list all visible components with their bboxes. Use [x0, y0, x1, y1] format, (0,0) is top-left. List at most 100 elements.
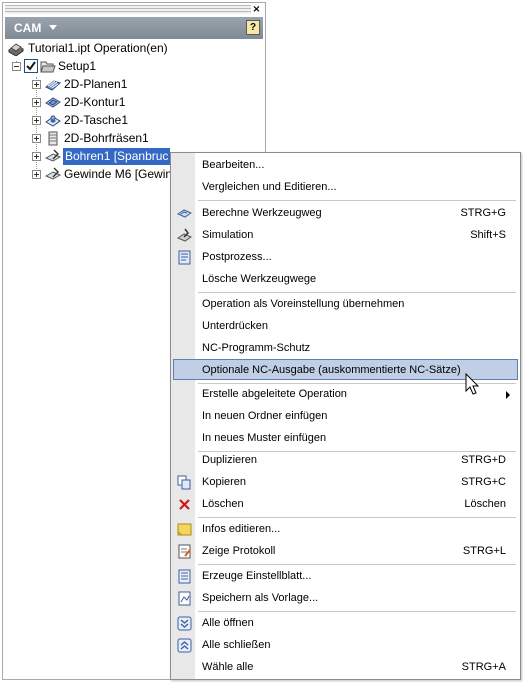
setup-sheet-icon [178, 569, 191, 584]
menu-item-unterdruecken[interactable]: Unterdrücken [173, 316, 518, 337]
collapse-icon[interactable] [12, 62, 21, 71]
menu-item-simulation[interactable]: Simulation Shift+S [173, 225, 518, 246]
menu-item-shortcut: STRG+L [462, 545, 506, 557]
part-document-icon [8, 43, 24, 56]
checkbox-checked-icon[interactable] [24, 59, 38, 73]
drill-operation-icon [45, 149, 61, 162]
menu-item-label: Simulation [202, 229, 254, 241]
notes-icon [177, 523, 192, 536]
menu-item-neues-muster[interactable]: In neues Muster einfügen [173, 428, 518, 449]
tree-root[interactable]: Tutorial1.ipt Operation(en) [8, 40, 258, 57]
expand-icon[interactable] [32, 134, 41, 143]
chevron-down-icon[interactable] [49, 25, 57, 30]
menu-separator [198, 564, 516, 565]
menu-item-shortcut: STRG+D [461, 454, 506, 466]
tree-item-setup[interactable]: Setup1 [11, 58, 251, 75]
menu-item-postprozess[interactable]: Postprozess... [173, 247, 518, 268]
menu-item-voreinstellung[interactable]: Operation als Voreinstellung übernehmen [173, 294, 518, 315]
operation-label: 2D-Planen1 [64, 77, 128, 91]
thread-operation-icon [45, 167, 61, 180]
menu-separator [198, 611, 516, 612]
operation-label: Bohren1 [Spanbruc [63, 148, 171, 165]
menu-item-label: Lösche Werkzeugwege [202, 273, 317, 285]
menu-item-loesche-werkzeugwege[interactable]: Lösche Werkzeugwege [173, 269, 518, 290]
menu-item-vergleichen[interactable]: Vergleichen und Editieren... [173, 177, 518, 198]
menu-item-label: Unterdrücken [202, 320, 269, 332]
menu-item-label: Berechne Werkzeugweg [202, 207, 322, 219]
expand-icon[interactable] [32, 152, 41, 161]
post-process-icon [178, 250, 191, 265]
delete-icon [179, 499, 190, 510]
expand-icon[interactable] [32, 116, 41, 125]
menu-item-shortcut: Shift+S [470, 229, 506, 241]
expand-icon[interactable] [32, 170, 41, 179]
menu-item-nc-programm-schutz[interactable]: NC-Programm-Schutz [173, 338, 518, 359]
operation-label: Gewinde M6 [Gewin [64, 167, 173, 181]
template-icon [178, 591, 191, 606]
tree-item-operation[interactable]: 2D-Tasche1 [31, 112, 251, 129]
menu-item-duplizieren[interactable]: Duplizieren STRG+D [173, 450, 518, 471]
menu-separator [198, 200, 516, 201]
setup-label: Setup1 [58, 59, 97, 73]
menu-item-einstellblatt[interactable]: Erzeuge Einstellblatt... [173, 566, 518, 587]
menu-item-alle-oeffnen[interactable]: Alle öffnen [173, 613, 518, 634]
menu-item-shortcut: Löschen [464, 498, 506, 510]
log-icon [178, 544, 191, 559]
menu-item-label: Zeige Protokoll [202, 545, 276, 557]
menu-item-waehle-alle[interactable]: Wähle alle STRG+A [173, 657, 518, 678]
menu-item-vorlage[interactable]: Speichern als Vorlage... [173, 588, 518, 609]
expand-icon[interactable] [32, 80, 41, 89]
menu-item-label: Löschen [202, 498, 244, 510]
menu-item-alle-schliessen[interactable]: Alle schließen [173, 635, 518, 656]
bore-operation-icon [48, 131, 58, 146]
expand-all-icon [177, 616, 192, 631]
tree-item-operation[interactable]: 2D-Kontur1 [31, 94, 251, 111]
menu-item-berechne-werkzeugweg[interactable]: Berechne Werkzeugweg STRG+G [173, 203, 518, 224]
tree-item-operation[interactable]: 2D-Planen1 [31, 76, 251, 93]
mouse-cursor-icon [465, 373, 480, 395]
menu-item-label: Operation als Voreinstellung übernehmen [202, 298, 405, 310]
generate-toolpath-icon [177, 209, 192, 218]
help-icon[interactable]: ? [246, 20, 260, 35]
menu-item-loeschen[interactable]: Löschen Löschen [173, 494, 518, 515]
tree-item-operation[interactable]: 2D-Bohrfräsen1 [31, 130, 251, 147]
menu-item-shortcut: STRG+C [461, 476, 506, 488]
operation-label: 2D-Bohrfräsen1 [64, 131, 149, 145]
menu-item-label: Speichern als Vorlage... [202, 592, 319, 604]
panel-grip[interactable] [5, 5, 251, 14]
browser-header[interactable]: CAM ? [5, 17, 263, 39]
operation-label: 2D-Kontur1 [64, 95, 126, 109]
menu-item-label: In neuen Ordner einfügen [202, 410, 328, 422]
menu-item-shortcut: STRG+A [461, 661, 506, 673]
menu-item-label: Bearbeiten... [202, 159, 265, 171]
menu-item-label: In neues Muster einfügen [202, 432, 327, 444]
expand-icon[interactable] [32, 98, 41, 107]
menu-item-neuer-ordner[interactable]: In neuen Ordner einfügen [173, 406, 518, 427]
menu-item-label: Infos editieren... [202, 523, 281, 535]
menu-item-label: Duplizieren [202, 454, 258, 466]
menu-item-label: Erzeuge Einstellblatt... [202, 570, 312, 582]
tree-root-label: Tutorial1.ipt Operation(en) [28, 41, 168, 55]
submenu-arrow-icon [506, 391, 510, 399]
menu-item-bearbeiten[interactable]: Bearbeiten... [173, 155, 518, 176]
menu-item-label: Alle öffnen [202, 617, 254, 629]
menu-item-label: NC-Programm-Schutz [202, 342, 311, 354]
menu-item-label: Optionale NC-Ausgabe (auskommentierte NC… [202, 364, 461, 376]
facing-operation-icon [45, 80, 61, 91]
pocket-operation-icon [45, 115, 61, 127]
simulation-icon [177, 228, 192, 242]
folder-open-icon [40, 61, 56, 73]
operation-label: 2D-Tasche1 [64, 113, 129, 127]
menu-item-shortcut: STRG+G [460, 207, 506, 219]
menu-item-kopieren[interactable]: Kopieren STRG+C [173, 472, 518, 493]
collapse-all-icon [177, 638, 192, 653]
panel-close-icon[interactable]: × [251, 4, 262, 15]
menu-item-infos-editieren[interactable]: Infos editieren... [173, 519, 518, 540]
menu-item-label: Erstelle abgeleitete Operation [202, 388, 347, 400]
menu-item-label: Wähle alle [202, 661, 254, 673]
contour-operation-icon [45, 97, 61, 108]
menu-item-label: Postprozess... [202, 251, 272, 263]
menu-item-label: Vergleichen und Editieren... [202, 181, 337, 193]
menu-item-zeige-protokoll[interactable]: Zeige Protokoll STRG+L [173, 541, 518, 562]
context-menu: Bearbeiten... Vergleichen und Editieren.… [170, 152, 521, 680]
